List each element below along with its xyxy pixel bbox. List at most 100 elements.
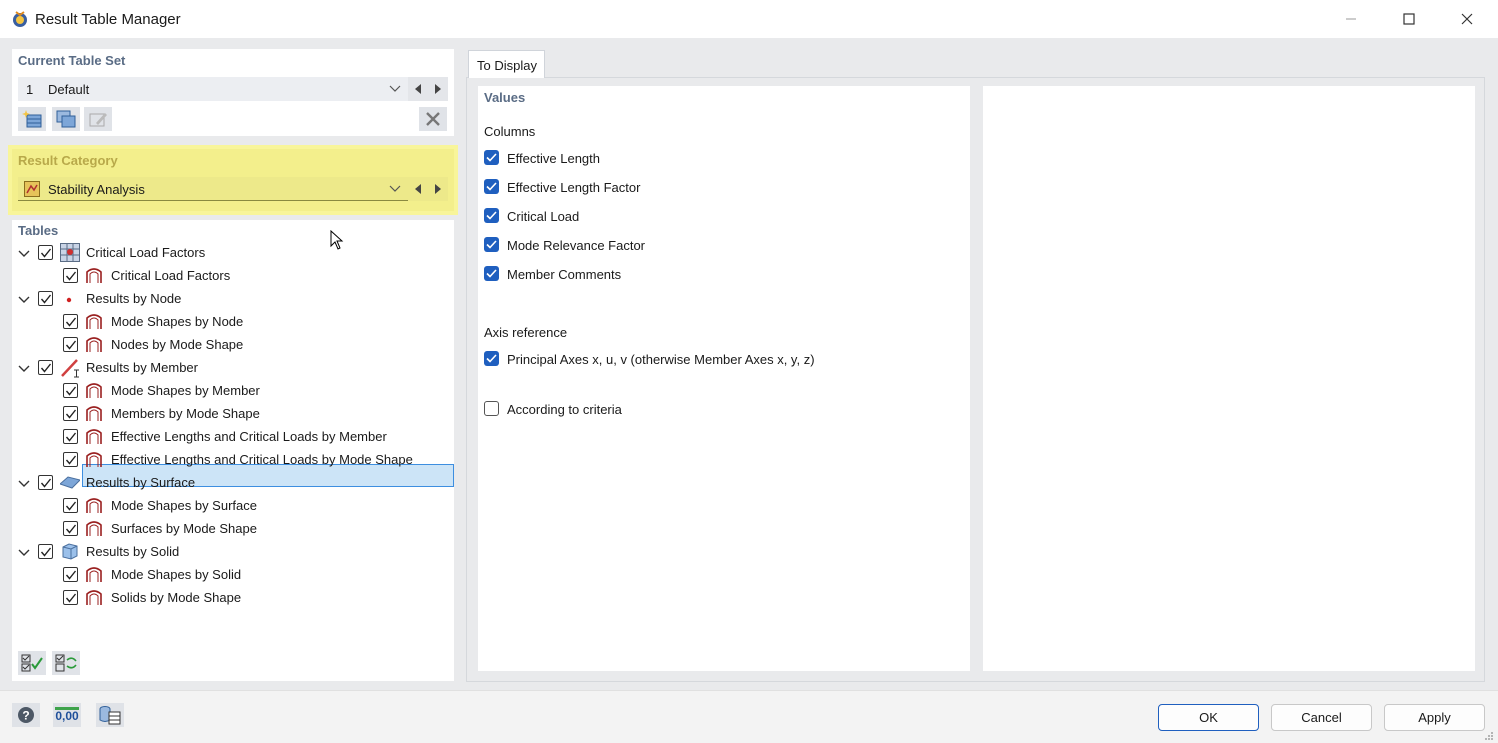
chevron-down-icon[interactable] <box>18 294 30 306</box>
table-settings-button[interactable] <box>96 703 124 727</box>
result-category-inner: Result Category Stability Analysis <box>12 149 454 211</box>
chevron-down-icon[interactable] <box>18 363 30 375</box>
group-checkbox-results-by-member[interactable] <box>38 360 53 375</box>
title-bar: Result Table Manager <box>0 0 1498 38</box>
tree-group-critical-load-factors[interactable]: Critical Load Factors <box>86 241 205 264</box>
table-set-select[interactable]: 1 Default <box>18 77 408 101</box>
checkbox-critical-load[interactable] <box>484 208 499 223</box>
delete-table-set-button[interactable] <box>419 107 447 131</box>
minimize-button[interactable] <box>1322 0 1380 38</box>
window-title: Result Table Manager <box>35 11 181 28</box>
values-heading: Values <box>484 90 525 105</box>
tree-item-effective-lengths-by-member[interactable]: Effective Lengths and Critical Loads by … <box>111 425 387 448</box>
label-effective-length: Effective Length <box>507 151 600 166</box>
label-mode-relevance-factor: Mode Relevance Factor <box>507 238 645 253</box>
label-member-comments: Member Comments <box>507 267 621 282</box>
table-checkbox[interactable] <box>63 337 78 352</box>
group-checkbox-results-by-surface[interactable] <box>38 475 53 490</box>
tab-to-display[interactable]: To Display <box>468 50 545 78</box>
cancel-button[interactable]: Cancel <box>1271 704 1372 731</box>
solid-icon <box>61 542 79 560</box>
tree-group-results-by-surface[interactable]: Results by Surface <box>86 471 195 494</box>
result-category-select[interactable]: Stability Analysis <box>18 177 408 201</box>
label-according-to-criteria: According to criteria <box>507 402 622 417</box>
table-checkbox[interactable] <box>63 521 78 536</box>
tree-item-members-by-mode-shape[interactable]: Members by Mode Shape <box>111 402 260 425</box>
values-panel: Values Columns Effective Length Effectiv… <box>478 86 970 671</box>
chevron-down-icon <box>388 81 402 95</box>
group-checkbox-results-by-solid[interactable] <box>38 544 53 559</box>
tree-item-solids-by-mode-shape[interactable]: Solids by Mode Shape <box>111 586 241 609</box>
mode-shape-icon <box>85 429 103 445</box>
mouse-cursor-icon <box>330 230 344 250</box>
arrow-right-icon <box>434 84 442 94</box>
table-set-prev-button[interactable] <box>408 77 428 101</box>
mode-shape-icon <box>85 314 103 330</box>
checkbox-mode-relevance-factor[interactable] <box>484 237 499 252</box>
checkbox-according-to-criteria[interactable] <box>484 401 499 416</box>
table-checkbox[interactable] <box>63 268 78 283</box>
table-set-next-button[interactable] <box>428 77 448 101</box>
select-all-button[interactable] <box>18 651 46 675</box>
table-checkbox[interactable] <box>63 383 78 398</box>
chevron-down-icon[interactable] <box>18 478 30 490</box>
tree-item-mode-shapes-by-member[interactable]: Mode Shapes by Member <box>111 379 260 402</box>
table-set-number: 1 <box>26 82 33 97</box>
checkbox-effective-length[interactable] <box>484 150 499 165</box>
tables-panel: Tables Critical Load Factors Critical Lo… <box>12 220 454 681</box>
table-checkbox[interactable] <box>63 406 78 421</box>
result-category-next-button[interactable] <box>428 177 448 201</box>
mode-shape-icon <box>85 268 103 284</box>
checkbox-principal-axes[interactable] <box>484 351 499 366</box>
toggle-selection-button[interactable] <box>52 651 80 675</box>
chevron-down-icon <box>388 181 402 195</box>
checkbox-member-comments[interactable] <box>484 266 499 281</box>
table-checkbox[interactable] <box>63 314 78 329</box>
copy-table-set-button[interactable] <box>52 107 80 131</box>
arrow-left-icon <box>414 84 422 94</box>
tree-item-surfaces-by-mode-shape[interactable]: Surfaces by Mode Shape <box>111 517 257 540</box>
checkbox-effective-length-factor[interactable] <box>484 179 499 194</box>
tree-group-results-by-node[interactable]: Results by Node <box>86 287 181 310</box>
help-button[interactable]: ? <box>12 703 40 727</box>
help-icon: ? <box>17 706 35 724</box>
table-checkbox[interactable] <box>63 498 78 513</box>
ok-button[interactable]: OK <box>1158 704 1259 731</box>
tree-item-critical-load-factors[interactable]: Critical Load Factors <box>111 264 230 287</box>
table-settings-icon <box>99 705 121 725</box>
table-checkbox[interactable] <box>63 590 78 605</box>
table-checkbox[interactable] <box>63 452 78 467</box>
units-button[interactable]: 0,00 <box>53 703 81 727</box>
preview-panel <box>983 86 1475 671</box>
new-table-set-button[interactable] <box>18 107 46 131</box>
chevron-down-icon[interactable] <box>18 547 30 559</box>
tree-item-effective-lengths-by-mode-shape[interactable]: Effective Lengths and Critical Loads by … <box>111 448 413 471</box>
group-checkbox-critical-load-factors[interactable] <box>38 245 53 260</box>
mode-shape-icon <box>85 567 103 583</box>
copy-icon <box>56 110 76 128</box>
app-icon <box>10 9 30 29</box>
tree-item-mode-shapes-by-solid[interactable]: Mode Shapes by Solid <box>111 563 241 586</box>
chevron-down-icon[interactable] <box>18 248 30 260</box>
group-checkbox-results-by-node[interactable] <box>38 291 53 306</box>
tree-item-nodes-by-mode-shape[interactable]: Nodes by Mode Shape <box>111 333 243 356</box>
table-checkbox[interactable] <box>63 429 78 444</box>
tree-group-results-by-member[interactable]: Results by Member <box>86 356 198 379</box>
close-button[interactable] <box>1438 0 1496 38</box>
current-table-set-panel: Current Table Set 1 Default <box>12 49 454 136</box>
mode-shape-icon <box>85 590 103 606</box>
tree-group-results-by-solid[interactable]: Results by Solid <box>86 540 179 563</box>
result-category-prev-button[interactable] <box>408 177 428 201</box>
mode-shape-icon <box>85 406 103 422</box>
maximize-button[interactable] <box>1380 0 1438 38</box>
arrow-left-icon <box>414 184 422 194</box>
table-checkbox[interactable] <box>63 567 78 582</box>
resize-grip-icon[interactable] <box>1484 731 1494 741</box>
units-icon: 0,00 <box>55 707 78 723</box>
apply-button[interactable]: Apply <box>1384 704 1485 731</box>
tree-item-mode-shapes-by-node[interactable]: Mode Shapes by Node <box>111 310 243 333</box>
tree-item-mode-shapes-by-surface[interactable]: Mode Shapes by Surface <box>111 494 257 517</box>
mode-shape-icon <box>85 337 103 353</box>
rename-table-set-button[interactable] <box>84 107 112 131</box>
mode-shape-icon <box>85 383 103 399</box>
